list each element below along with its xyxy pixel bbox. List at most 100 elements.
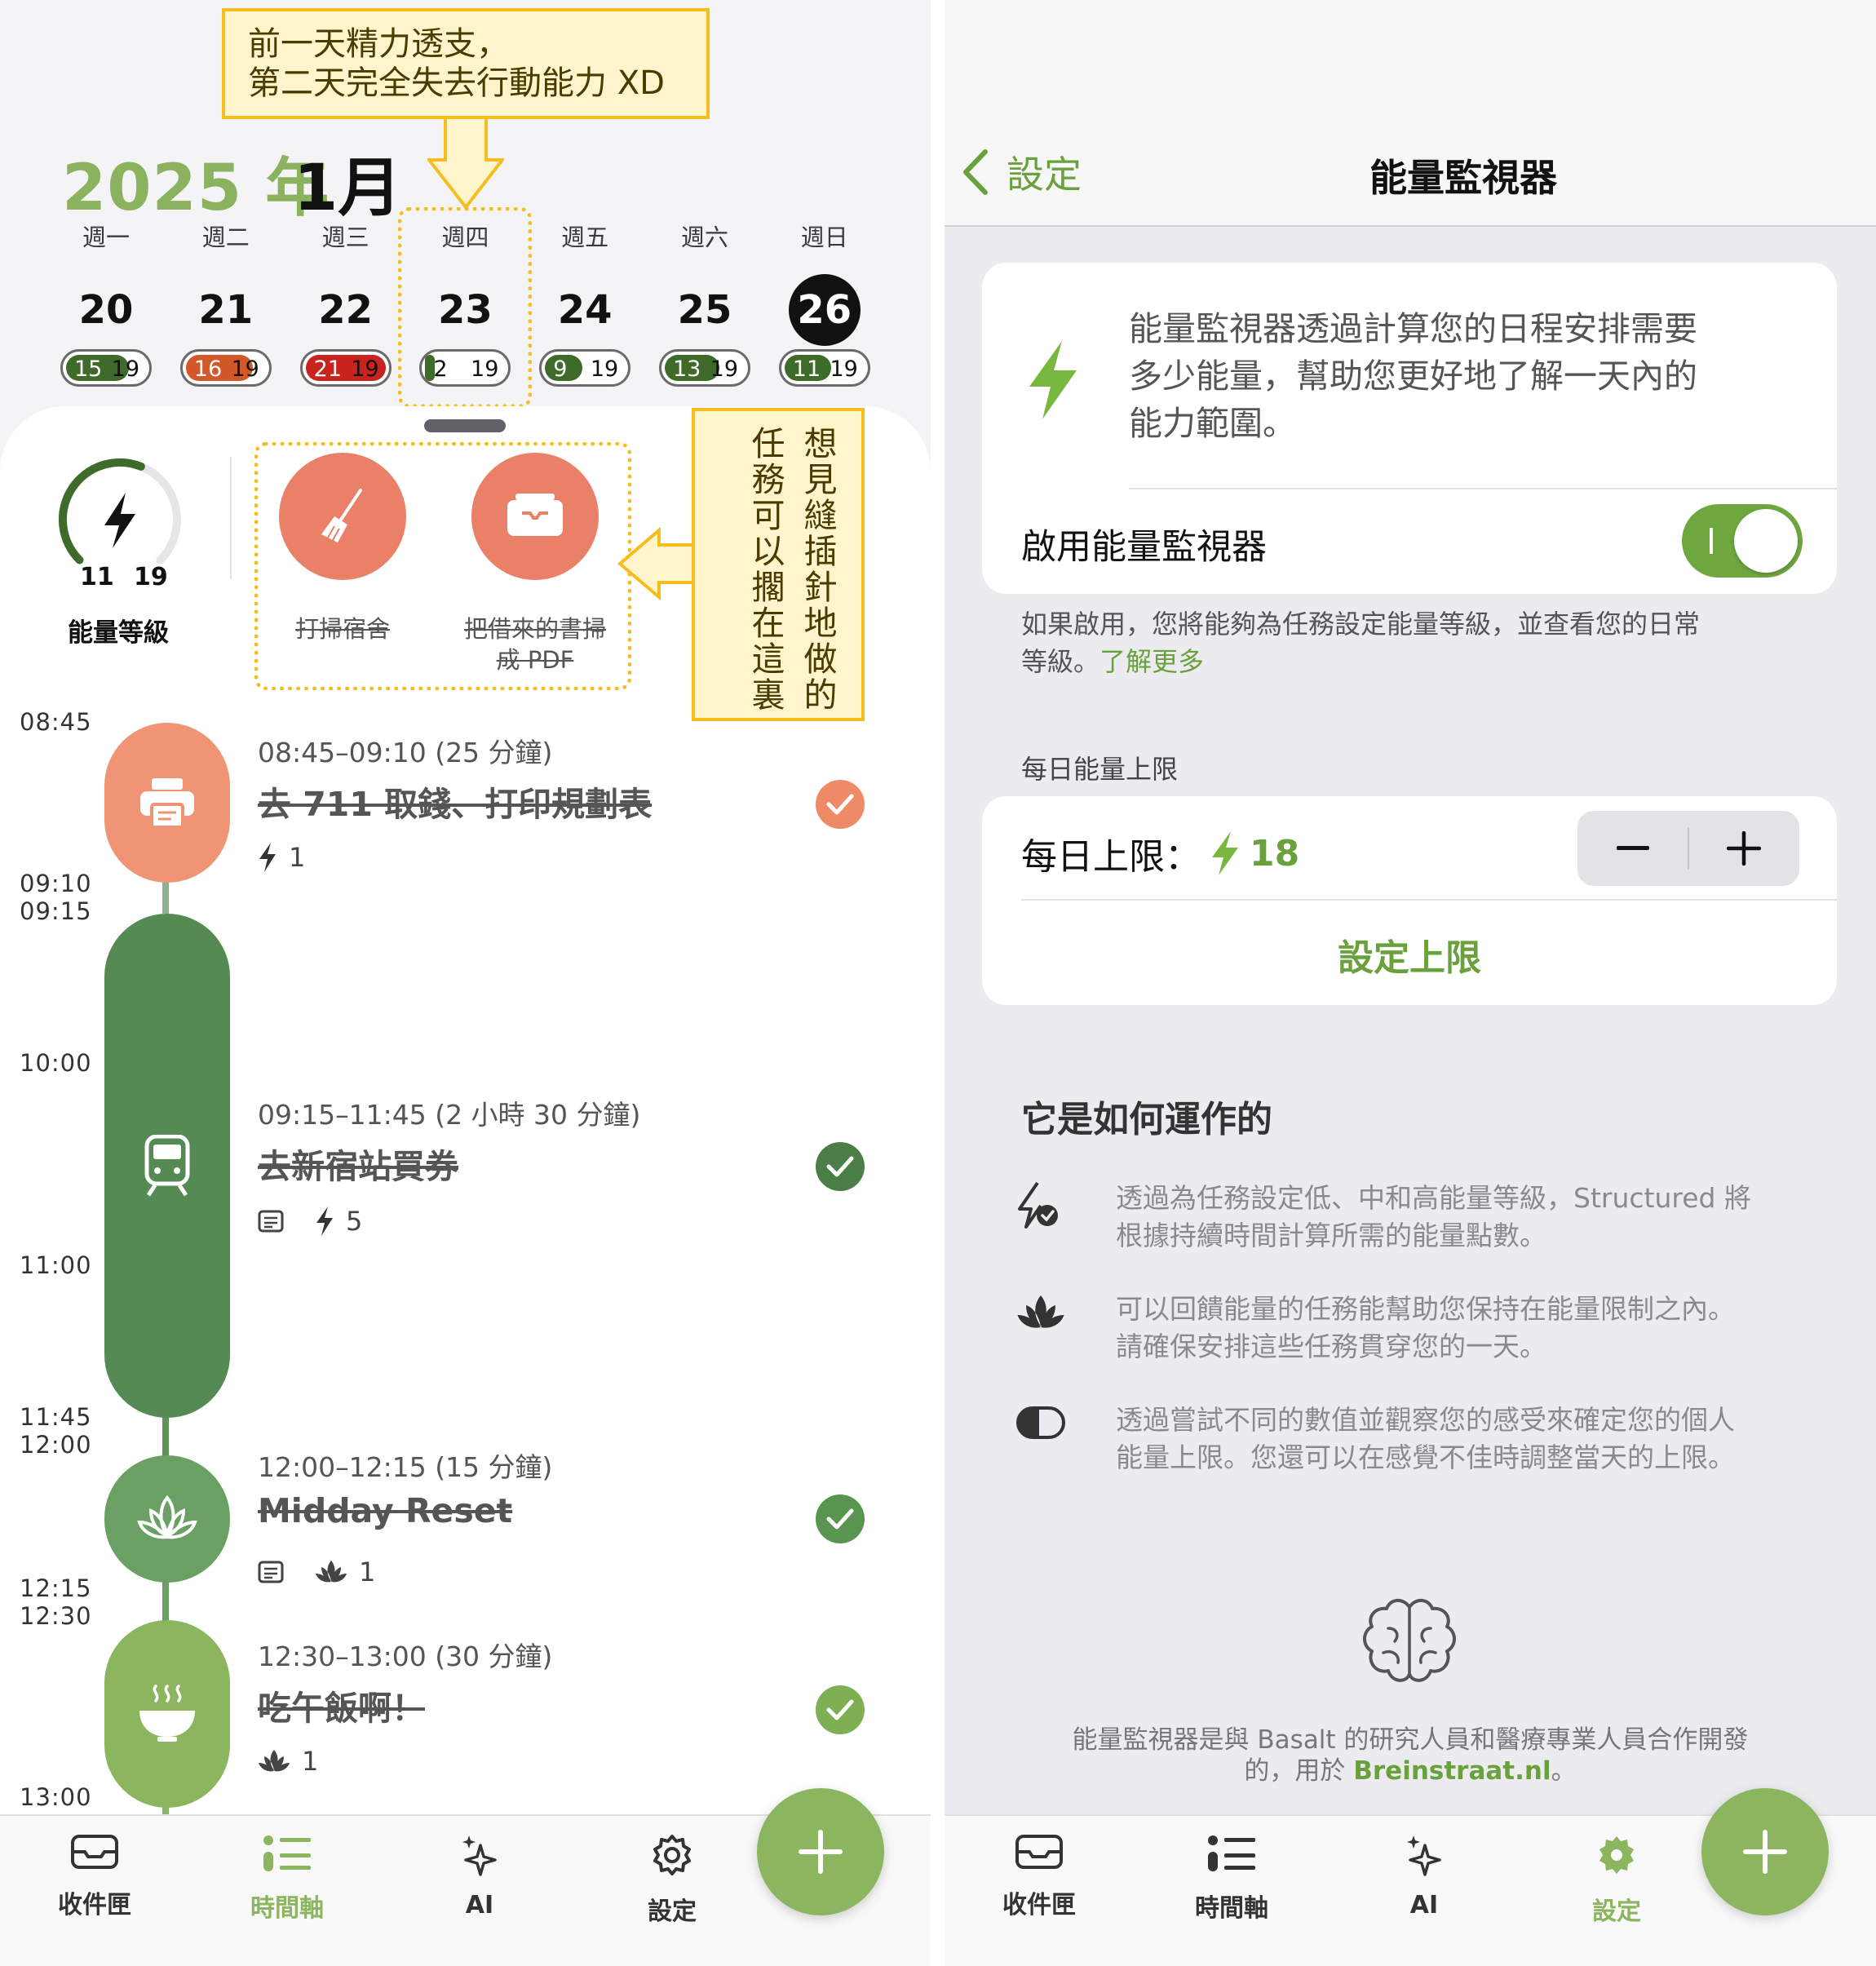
day-energy-limit: 19 — [830, 356, 858, 382]
lotus-icon — [259, 1750, 290, 1772]
time-label: 11:00 — [20, 1251, 92, 1279]
tab-ai[interactable]: AI — [1359, 1834, 1489, 1920]
enable-label: 啟用能量監視器 — [1021, 527, 1267, 568]
task-block-lunch[interactable] — [104, 1620, 230, 1808]
learn-more-link[interactable]: 了解更多 — [1099, 646, 1204, 677]
day-energy-pill: 15 19 — [60, 349, 152, 387]
broom-icon — [321, 489, 362, 542]
tab-label: 設定 — [1592, 1897, 1641, 1926]
day-energy-used: 21 — [313, 356, 342, 382]
left-arrow-icon — [617, 527, 697, 600]
sheet-drag-handle[interactable] — [424, 419, 506, 432]
how-line: 可以回饋能量的任務能幫助您保持在能量限制之內。 — [1116, 1293, 1735, 1325]
enable-toggle[interactable] — [1682, 504, 1803, 578]
increment-button[interactable] — [1688, 811, 1799, 886]
task-time: 12:00–12:15 (15 分鐘) — [258, 1451, 553, 1483]
weekday-label: 週六 — [680, 224, 728, 251]
task-block-print[interactable] — [104, 723, 230, 883]
tab-label: AI — [1409, 1891, 1439, 1920]
lightning-icon — [259, 843, 276, 872]
bowl-icon — [139, 1685, 195, 1742]
add-task-button[interactable] — [1701, 1788, 1829, 1915]
day-energy-limit: 19 — [111, 356, 139, 382]
timeline-screen: 前一天精力透支， 第二天完全失去行動能力 XD 2025 年 1月 週一 20 15… — [0, 0, 931, 1966]
plus-icon — [799, 1830, 843, 1874]
tab-label: 時間軸 — [1195, 1894, 1268, 1923]
set-limit-button[interactable]: 設定上限 — [982, 928, 1837, 981]
tab-timeline[interactable]: 時間軸 — [222, 1834, 352, 1924]
tab-settings[interactable]: 設定 — [607, 1834, 737, 1927]
inbox-tray-icon — [507, 494, 563, 536]
calendar-day[interactable]: 週日 26 — [768, 219, 882, 346]
calendar-day[interactable]: 週六 25 — [648, 219, 762, 346]
down-arrow-icon — [427, 116, 504, 210]
day-energy-limit: 19 — [231, 356, 259, 382]
task-energy: 1 — [302, 1746, 319, 1777]
decrement-button[interactable] — [1577, 811, 1688, 886]
how-item: 透過嘗試不同的數值並觀察您的感受來確定您的個人 能量上限。您還可以在感覺不佳時調… — [1116, 1401, 1801, 1477]
calendar-day[interactable]: 週一 20 — [49, 219, 163, 346]
date-number: 20 — [78, 287, 134, 333]
timeline-rail — [162, 1416, 169, 1457]
callout-column: 想見縫插針地做的 — [803, 424, 838, 715]
calendar-day[interactable]: 週三 22 — [289, 219, 403, 346]
breinstraat-link[interactable]: Breinstraat.nl — [1353, 1756, 1551, 1786]
tab-timeline[interactable]: 時間軸 — [1166, 1834, 1297, 1924]
plus-icon — [1727, 831, 1761, 866]
how-line: 透過嘗試不同的數值並觀察您的感受來確定您的個人 — [1116, 1404, 1735, 1436]
task-done-checkbox[interactable] — [816, 780, 865, 829]
date-number: 22 — [318, 287, 373, 333]
day-energy-used: 9 — [553, 356, 568, 382]
task-done-checkbox[interactable] — [816, 1142, 865, 1191]
inbox-item-clean-dorm[interactable] — [279, 453, 406, 580]
footnote-line: 等級。 — [1021, 646, 1100, 677]
task-done-checkbox[interactable] — [816, 1685, 865, 1734]
tab-label: 設定 — [648, 1897, 697, 1926]
lightning-icon — [1029, 341, 1077, 419]
tab-inbox[interactable]: 收件匣 — [974, 1834, 1104, 1920]
intro-line: 能力範圍。 — [1129, 404, 1296, 443]
time-label: 09:10 — [20, 870, 92, 897]
task-done-checkbox[interactable] — [816, 1494, 865, 1543]
notes-icon — [258, 1561, 284, 1583]
day-energy-pill: 16 19 — [179, 349, 272, 387]
tab-ai[interactable]: AI — [414, 1834, 545, 1920]
intro-card: 能量監視器透過計算您的日程安排需要 多少能量，幫助您更好地了解一天內的 能力範圍… — [982, 263, 1837, 594]
credit-line: 的，用於 — [1244, 1756, 1346, 1786]
inbox-item-scan-books[interactable] — [471, 453, 599, 580]
lightning-icon — [316, 1207, 333, 1236]
add-task-button[interactable] — [757, 1788, 884, 1915]
calendar-day[interactable]: 週五 24 — [528, 219, 642, 346]
tab-inbox[interactable]: 收件匣 — [29, 1834, 160, 1920]
task-block-train[interactable] — [104, 914, 230, 1418]
lotus-icon — [137, 1494, 197, 1539]
lotus-icon — [1017, 1295, 1064, 1328]
weekday-label: 週三 — [321, 224, 369, 251]
daily-limit-label: 每日上限： — [1021, 836, 1201, 878]
energy-level-label: 能量等級 — [68, 618, 169, 648]
weekday-label: 週五 — [561, 224, 609, 251]
task-meta: 1 — [258, 1556, 375, 1587]
calendar-day[interactable]: 週二 21 — [169, 219, 283, 346]
task-energy: 5 — [346, 1206, 363, 1237]
time-label: 12:30 — [20, 1602, 92, 1630]
day-energy-used: 16 — [193, 356, 223, 382]
task-time: 09:15–11:45 (2 小時 30 分鐘) — [258, 1099, 641, 1131]
task-title: Midday Reset — [258, 1491, 513, 1530]
calendar-month: 1月 — [294, 152, 402, 225]
weekday-label: 週二 — [201, 224, 250, 251]
task-block-midday-reset[interactable] — [104, 1455, 230, 1583]
time-label: 13:00 — [20, 1783, 92, 1811]
daily-limit-card: 每日上限： 18 設定上限 — [982, 796, 1837, 1005]
lightning-icon — [1212, 831, 1238, 875]
day-energy-used: 15 — [74, 356, 103, 382]
calendar-year: 2025 年 — [62, 152, 330, 225]
lotus-icon — [316, 1561, 347, 1583]
tab-label: 收件匣 — [1002, 1891, 1076, 1920]
tab-settings[interactable]: 設定 — [1551, 1834, 1682, 1927]
highlight-thursday — [398, 207, 532, 408]
daily-limit-stepper — [1577, 811, 1799, 886]
day-energy-limit: 19 — [351, 356, 379, 382]
task-meta: 1 — [258, 1746, 318, 1777]
checkmark-icon — [826, 1699, 854, 1720]
